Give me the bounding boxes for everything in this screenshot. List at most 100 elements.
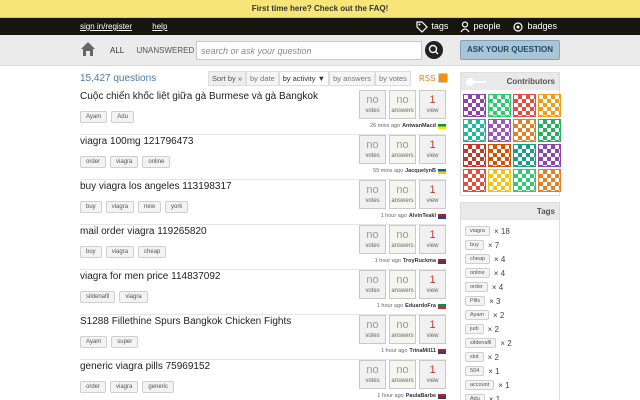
answers-box: no answers	[389, 135, 416, 164]
contributor-avatar[interactable]	[488, 169, 511, 192]
sidebar-tag[interactable]: account	[465, 380, 495, 390]
tab-all[interactable]: ALL	[110, 46, 124, 55]
sort-by-votes[interactable]: by votes	[375, 71, 411, 86]
question-row: mail order viagra 119265820 buy viagra che…	[80, 225, 446, 270]
question-author[interactable]: TrinaMil11	[409, 348, 436, 354]
question-row: buy viagra los angeles 113198317 buy viag…	[80, 180, 446, 225]
rss-icon	[438, 73, 449, 83]
question-tag[interactable]: sildenafil	[80, 291, 116, 303]
question-tag[interactable]: viagra	[110, 381, 139, 393]
nav-tags[interactable]: tags	[416, 18, 448, 35]
faq-notification[interactable]: First time here? Check out the FAQ!	[0, 0, 640, 18]
sidebar-tag[interactable]: Pills	[465, 296, 486, 306]
views-box: 1 view	[419, 270, 446, 299]
tab-unanswered[interactable]: UNANSWERED	[136, 46, 194, 55]
question-row: Cuộc chiến khốc liệt giữa gà Burmese và …	[80, 90, 446, 135]
question-title[interactable]: viagra 100mg 121796473	[80, 136, 193, 147]
sidebar-tag-row: account × 1	[465, 378, 555, 392]
contributor-avatar[interactable]	[463, 94, 486, 117]
help-link[interactable]: help	[152, 22, 167, 31]
sidebar-tag[interactable]: 504	[465, 366, 485, 376]
question-meta: 1 hour ago PaulaBarbe	[377, 393, 446, 399]
question-tag[interactable]: viagra	[110, 156, 139, 168]
contributor-avatar[interactable]	[513, 144, 536, 167]
nav-badges[interactable]: badges	[512, 18, 557, 35]
sidebar-tag[interactable]: judi	[465, 324, 484, 334]
contributor-avatar[interactable]	[488, 94, 511, 117]
question-title[interactable]: viagra for men price 114837092	[80, 271, 220, 282]
sidebar-tag[interactable]: order	[465, 282, 488, 292]
sort-by-answers[interactable]: by answers	[329, 71, 375, 86]
views-box: 1 view	[419, 180, 446, 209]
question-tag[interactable]: Ayam	[80, 111, 108, 123]
country-flag-icon	[438, 303, 446, 309]
contributor-avatar[interactable]	[513, 119, 536, 142]
search-input[interactable]	[196, 41, 422, 60]
views-box: 1 view	[419, 360, 446, 389]
question-title[interactable]: S1288 Fillethine Spurs Bangkok Chicken F…	[80, 316, 291, 327]
sidebar-tag-count: × 2	[487, 352, 499, 362]
person-icon	[460, 20, 470, 32]
question-stats: no votes no answers 1 view	[359, 90, 446, 119]
contributor-avatar[interactable]	[538, 119, 561, 142]
question-tag[interactable]: new	[138, 201, 162, 213]
question-title[interactable]: Cuộc chiến khốc liệt giữa gà Burmese và …	[80, 91, 318, 102]
sidebar-tag-row: judi × 2	[465, 322, 555, 336]
sidebar-tag[interactable]: cheap	[465, 254, 490, 264]
question-author[interactable]: AntwanMacd	[402, 123, 436, 129]
country-flag-icon	[438, 258, 446, 264]
contributor-avatar[interactable]	[538, 169, 561, 192]
question-title[interactable]: mail order viagra 119265820	[80, 226, 207, 237]
search-button[interactable]	[425, 41, 443, 59]
sort-by-activity[interactable]: by activity ▼	[278, 71, 330, 86]
question-tag[interactable]: Adu	[111, 111, 134, 123]
question-tag[interactable]: viagra	[105, 246, 135, 258]
sidebar-tag[interactable]: sildenafil	[465, 338, 497, 348]
sidebar-tag[interactable]: slot	[465, 352, 484, 362]
ask-question-button[interactable]: ASK YOUR QUESTION	[460, 40, 560, 60]
sidebar-tag[interactable]: Adu	[465, 394, 485, 400]
contributor-avatar[interactable]	[513, 94, 536, 117]
question-tag[interactable]: Ayam	[80, 336, 108, 348]
contributor-avatar[interactable]	[538, 144, 561, 167]
contributor-avatar[interactable]	[488, 119, 511, 142]
contributor-avatar[interactable]	[513, 169, 536, 192]
question-tag[interactable]: viagra	[105, 201, 135, 213]
question-tag[interactable]: generic	[142, 381, 175, 393]
question-tag[interactable]: order	[80, 156, 107, 168]
contributor-avatar[interactable]	[463, 119, 486, 142]
home-icon[interactable]	[80, 41, 96, 57]
question-author[interactable]: AlvinTeakl	[409, 213, 436, 219]
question-tag[interactable]: buy	[80, 201, 102, 213]
sidebar-tag[interactable]: buy	[465, 240, 484, 250]
question-meta: 1 hour ago AlvinTeakl	[381, 213, 446, 219]
contributor-avatar[interactable]	[463, 169, 486, 192]
sidebar-tag-row: buy × 7	[465, 238, 555, 252]
question-title[interactable]: generic viagra pills 75969152	[80, 361, 210, 372]
question-author[interactable]: EduardoFra	[405, 303, 436, 309]
question-tag[interactable]: online	[142, 156, 171, 168]
question-author[interactable]: TroyRuckma	[403, 258, 436, 264]
question-tag[interactable]: viagra	[119, 291, 148, 303]
nav-people[interactable]: people	[460, 18, 500, 35]
question-title[interactable]: buy viagra los angeles 113198317	[80, 181, 232, 192]
tags-box: Tags viagra × 18 buy × 7 cheap × 4 online ×…	[460, 202, 560, 400]
question-author[interactable]: JacquelynB	[405, 168, 436, 174]
sidebar-tag[interactable]: Ayam	[465, 310, 489, 320]
question-author[interactable]: PaulaBarbe	[406, 393, 436, 399]
question-tag[interactable]: cheap	[138, 246, 167, 258]
votes-box: no votes	[359, 135, 386, 164]
answers-box: no answers	[389, 180, 416, 209]
sidebar-tag[interactable]: online	[465, 268, 490, 278]
rss-link[interactable]: RSS	[419, 73, 449, 83]
question-tag[interactable]: buy	[80, 246, 102, 258]
contributor-avatar[interactable]	[488, 144, 511, 167]
contributor-avatar[interactable]	[538, 94, 561, 117]
signin-link[interactable]: sign in/register	[80, 22, 132, 31]
sort-by-date[interactable]: by date	[246, 71, 279, 86]
contributor-avatar[interactable]	[463, 144, 486, 167]
question-tag[interactable]: super	[111, 336, 139, 348]
question-tag[interactable]: york	[165, 201, 189, 213]
question-tag[interactable]: order	[80, 381, 107, 393]
sidebar-tag[interactable]: viagra	[465, 226, 490, 236]
